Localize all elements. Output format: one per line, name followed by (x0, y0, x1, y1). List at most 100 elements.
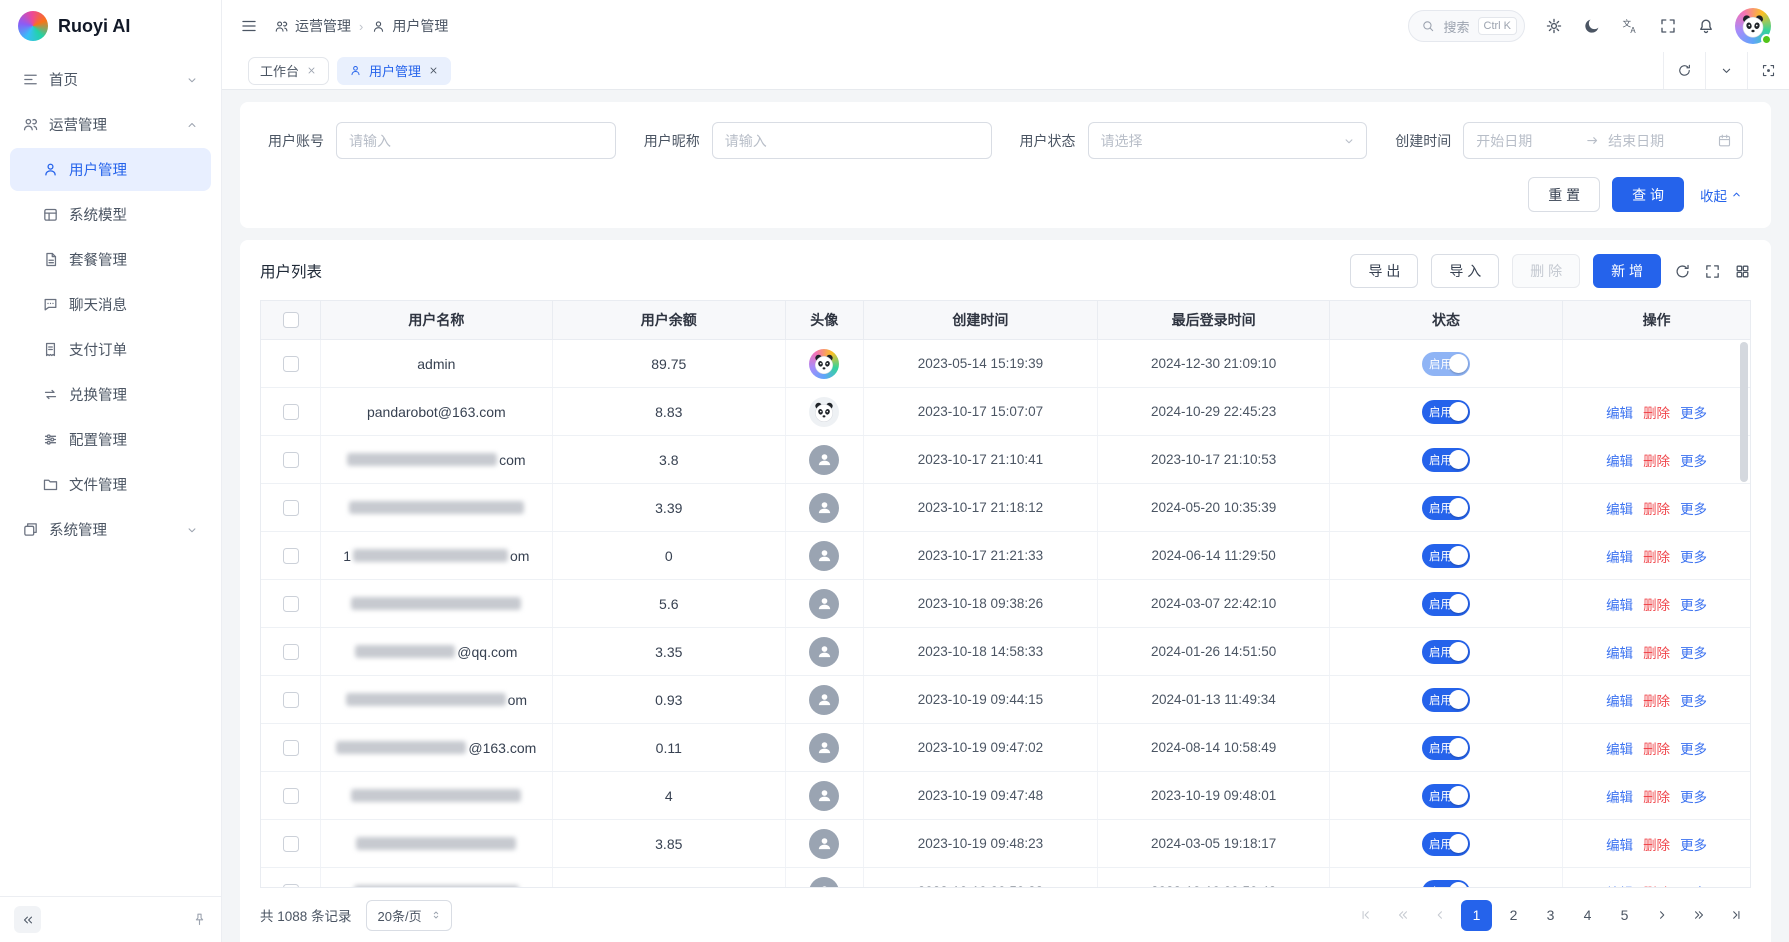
first-page-button[interactable] (1350, 900, 1381, 931)
status-toggle[interactable]: 启用 (1422, 688, 1470, 712)
more-link[interactable]: 更多 (1680, 594, 1707, 614)
row-checkbox[interactable] (283, 596, 299, 612)
status-toggle[interactable]: 启用 (1422, 880, 1470, 888)
refresh-page-icon[interactable] (1663, 52, 1705, 89)
sidebar-item-user-management[interactable]: 用户管理 (10, 148, 211, 191)
status-toggle[interactable]: 启用 (1422, 736, 1470, 760)
more-link[interactable]: 更多 (1680, 642, 1707, 662)
table-fullscreen-icon[interactable] (1704, 263, 1721, 280)
more-link[interactable]: 更多 (1680, 738, 1707, 758)
refresh-table-icon[interactable] (1674, 263, 1691, 280)
page-button-1[interactable]: 1 (1461, 900, 1492, 931)
more-link[interactable]: 更多 (1680, 786, 1707, 806)
menu-toggle-icon[interactable] (240, 17, 258, 35)
scrollbar-thumb[interactable] (1740, 342, 1748, 482)
sidebar-item-chat-messages[interactable]: 聊天消息 (10, 283, 211, 326)
status-toggle[interactable]: 启用 (1422, 544, 1470, 568)
delete-link[interactable]: 删除 (1643, 594, 1670, 614)
tab-workbench[interactable]: 工作台 (248, 57, 329, 85)
app-logo[interactable]: Ruoyi AI (0, 0, 221, 52)
add-button[interactable]: 新 增 (1593, 254, 1661, 288)
prev-page-button[interactable] (1424, 900, 1455, 931)
next-page-button[interactable] (1646, 900, 1677, 931)
column-settings-icon[interactable] (1734, 263, 1751, 280)
delete-link[interactable]: 删除 (1643, 834, 1670, 854)
sidebar-item-payment-orders[interactable]: 支付订单 (10, 328, 211, 371)
delete-link[interactable]: 删除 (1643, 642, 1670, 662)
nickname-input[interactable] (712, 122, 992, 159)
sidebar-item-file-management[interactable]: 文件管理 (10, 463, 211, 506)
reset-button[interactable]: 重 置 (1528, 177, 1600, 212)
status-toggle[interactable]: 启用 (1422, 496, 1470, 520)
sidebar-item-operations[interactable]: 运营管理 (10, 103, 211, 146)
row-checkbox[interactable] (283, 452, 299, 468)
page-button-5[interactable]: 5 (1609, 900, 1640, 931)
created-date-range[interactable]: 开始日期 结束日期 (1463, 122, 1743, 159)
more-link[interactable]: 更多 (1680, 690, 1707, 710)
page-size-select[interactable]: 20条/页 (366, 900, 452, 931)
sidebar-item-exchange-management[interactable]: 兑换管理 (10, 373, 211, 416)
row-checkbox[interactable] (283, 884, 299, 888)
more-link[interactable]: 更多 (1680, 882, 1707, 888)
language-translate-icon[interactable]: 文A (1621, 17, 1639, 35)
edit-link[interactable]: 编辑 (1606, 690, 1633, 710)
sidebar-collapse-button[interactable] (14, 906, 41, 933)
status-toggle[interactable]: 启用 (1422, 640, 1470, 664)
edit-link[interactable]: 编辑 (1606, 402, 1633, 422)
dark-mode-moon-icon[interactable] (1583, 17, 1601, 35)
more-link[interactable]: 更多 (1680, 450, 1707, 470)
status-toggle[interactable]: 启用 (1422, 400, 1470, 424)
delete-link[interactable]: 删除 (1643, 450, 1670, 470)
more-link[interactable]: 更多 (1680, 498, 1707, 518)
delete-link[interactable]: 删除 (1643, 786, 1670, 806)
page-button-2[interactable]: 2 (1498, 900, 1529, 931)
edit-link[interactable]: 编辑 (1606, 882, 1633, 888)
row-checkbox[interactable] (283, 836, 299, 852)
breadcrumb-item[interactable]: 运营管理 (274, 16, 351, 36)
edit-link[interactable]: 编辑 (1606, 594, 1633, 614)
edit-link[interactable]: 编辑 (1606, 786, 1633, 806)
delete-button[interactable]: 删 除 (1512, 254, 1580, 288)
maximize-content-icon[interactable] (1747, 52, 1789, 89)
delete-link[interactable]: 删除 (1643, 498, 1670, 518)
status-toggle[interactable]: 启用 (1422, 832, 1470, 856)
settings-gear-icon[interactable] (1545, 17, 1563, 35)
row-checkbox[interactable] (283, 740, 299, 756)
edit-link[interactable]: 编辑 (1606, 498, 1633, 518)
row-checkbox[interactable] (283, 404, 299, 420)
search-button[interactable]: 查 询 (1612, 177, 1684, 212)
breadcrumb-item[interactable]: 用户管理 (371, 16, 448, 36)
vertical-scrollbar[interactable] (1740, 342, 1748, 885)
import-button[interactable]: 导 入 (1431, 254, 1499, 288)
delete-link[interactable]: 删除 (1643, 882, 1670, 888)
delete-link[interactable]: 删除 (1643, 738, 1670, 758)
notifications-bell-icon[interactable] (1697, 17, 1715, 35)
more-link[interactable]: 更多 (1680, 402, 1707, 422)
edit-link[interactable]: 编辑 (1606, 834, 1633, 854)
page-button-4[interactable]: 4 (1572, 900, 1603, 931)
delete-link[interactable]: 删除 (1643, 546, 1670, 566)
delete-link[interactable]: 删除 (1643, 402, 1670, 422)
export-button[interactable]: 导 出 (1350, 254, 1418, 288)
sidebar-item-system-model[interactable]: 系统模型 (10, 193, 211, 236)
tab-menu-chevron-icon[interactable] (1705, 52, 1747, 89)
status-toggle[interactable]: 启用 (1422, 448, 1470, 472)
fullscreen-icon[interactable] (1659, 17, 1677, 35)
close-tab-icon[interactable] (428, 65, 439, 76)
row-checkbox[interactable] (283, 644, 299, 660)
sidebar-item-config-management[interactable]: 配置管理 (10, 418, 211, 461)
status-toggle[interactable]: 启用 (1422, 352, 1470, 376)
status-select[interactable]: 请选择 (1088, 122, 1368, 159)
row-checkbox[interactable] (283, 788, 299, 804)
status-toggle[interactable]: 启用 (1422, 784, 1470, 808)
pin-sidebar-icon[interactable] (192, 912, 207, 927)
edit-link[interactable]: 编辑 (1606, 642, 1633, 662)
edit-link[interactable]: 编辑 (1606, 450, 1633, 470)
select-all-checkbox[interactable] (283, 312, 299, 328)
global-search[interactable]: 搜索 Ctrl K (1408, 10, 1525, 42)
edit-link[interactable]: 编辑 (1606, 546, 1633, 566)
last-page-button[interactable] (1720, 900, 1751, 931)
delete-link[interactable]: 删除 (1643, 690, 1670, 710)
status-toggle[interactable]: 启用 (1422, 592, 1470, 616)
page-button-3[interactable]: 3 (1535, 900, 1566, 931)
